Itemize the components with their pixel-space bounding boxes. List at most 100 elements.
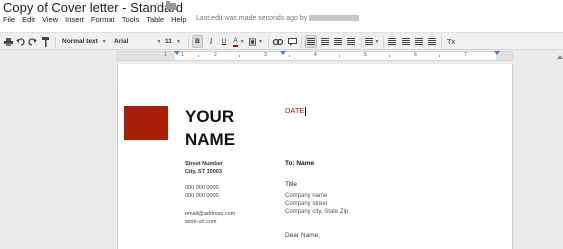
menu-file[interactable]: File: [3, 15, 15, 24]
ruler-tick: [198, 55, 199, 57]
font-size-dropdown[interactable]: 11 ▼: [165, 35, 187, 48]
decrease-indent-glyph: [415, 38, 423, 45]
address-block[interactable]: Street Number City, ST 10003: [185, 160, 223, 176]
email-line: email@address.com: [185, 211, 236, 217]
company-block[interactable]: Company name Company street Company city…: [285, 192, 348, 216]
menu-insert[interactable]: Insert: [65, 15, 84, 24]
increase-indent-glyph: [428, 38, 436, 45]
toolbar-separator: [55, 36, 56, 48]
line-spacing-icon[interactable]: ▼: [364, 35, 380, 48]
style-value: Normal text: [62, 38, 98, 45]
text-color-value: A: [233, 36, 238, 47]
align-left-icon[interactable]: [305, 35, 317, 48]
street-line: Street Number: [185, 161, 223, 167]
text-color-button[interactable]: A ▼: [232, 35, 246, 48]
toolbar-separator: [188, 36, 189, 48]
right-indent-marker[interactable]: [494, 51, 500, 55]
greeting[interactable]: Dear Name,: [285, 232, 320, 239]
print-icon[interactable]: [3, 35, 13, 48]
toolbar-separator: [361, 36, 362, 48]
logo-block: [124, 106, 168, 140]
applicant-name[interactable]: YOUR NAME: [185, 105, 235, 151]
ruler-tick: [289, 55, 290, 57]
paint-format-icon[interactable]: [40, 35, 50, 48]
ruler-number: 1: [181, 52, 184, 58]
folder-icon[interactable]: [166, 1, 176, 10]
highlight-icon[interactable]: ▼: [249, 35, 263, 48]
menu-bar: File Edit View Insert Format Tools Table…: [3, 15, 194, 24]
date-field[interactable]: DATE: [285, 106, 307, 116]
phone-block[interactable]: 000 000 0000 000 000 0000: [185, 184, 219, 200]
redacted-user: [309, 15, 360, 22]
align-center-glyph: [321, 38, 329, 45]
decrease-indent-icon[interactable]: [413, 35, 425, 48]
last-edit-status[interactable]: Last edit was made seconds ago by: [196, 15, 360, 22]
menu-table[interactable]: Table: [146, 15, 164, 24]
align-right-icon[interactable]: [332, 35, 344, 48]
recipient-title[interactable]: Title: [285, 181, 297, 188]
left-indent-marker[interactable]: [174, 51, 180, 55]
contact-block[interactable]: email@address.com work-url.com: [185, 210, 235, 226]
style-dropdown[interactable]: Normal text ▼: [62, 35, 110, 48]
name-line-1: YOUR: [185, 107, 235, 126]
numbered-list-glyph: [388, 38, 396, 45]
ruler[interactable]: 1 1 2 3 4 5 6 7: [117, 51, 513, 61]
italic-button[interactable]: I: [206, 35, 216, 48]
menu-help[interactable]: Help: [171, 15, 186, 24]
recipient-name[interactable]: To: Name: [285, 160, 314, 167]
comment-icon[interactable]: [287, 35, 297, 48]
star-icon[interactable]: ☆: [151, 0, 161, 13]
redo-icon[interactable]: [27, 35, 37, 48]
chevron-down-icon: ▼: [156, 38, 162, 45]
increase-indent-icon[interactable]: [426, 35, 438, 48]
title-bar: Copy of Cover letter - Standard ☆ File E…: [0, 0, 563, 36]
toolbar-separator: [441, 36, 442, 48]
date-text: DATE: [285, 106, 305, 115]
menu-view[interactable]: View: [42, 15, 58, 24]
justify-icon[interactable]: [345, 35, 357, 48]
clear-format-icon[interactable]: Tx: [445, 35, 457, 48]
ruler-number: 2: [214, 52, 217, 58]
ruler-tick: [439, 55, 440, 57]
bulleted-list-icon[interactable]: [400, 35, 412, 48]
company-city-line: Company city, State Zip: [285, 209, 349, 215]
bold-button[interactable]: B: [192, 35, 203, 48]
city-line: City, ST 10003: [185, 169, 222, 175]
ruler-number: 4: [314, 52, 317, 58]
font-value: Arial: [114, 38, 129, 45]
numbered-list-icon[interactable]: [386, 35, 398, 48]
font-dropdown[interactable]: Arial ▼: [114, 35, 162, 48]
ruler-number: 6: [414, 52, 417, 58]
chevron-down-icon: ▼: [175, 38, 181, 45]
justify-glyph: [347, 38, 355, 45]
align-left-glyph: [307, 38, 315, 45]
name-line-2: NAME: [185, 130, 236, 149]
ruler-number: 3: [264, 52, 267, 58]
company-name-line: Company name: [285, 193, 328, 199]
toolbar-separator: [268, 36, 269, 48]
chevron-down-icon: ▼: [239, 38, 245, 45]
menu-format[interactable]: Format: [91, 15, 115, 24]
document-page[interactable]: YOUR NAME DATE Street Number City, ST 10…: [117, 64, 513, 249]
tab-stop-marker[interactable]: [280, 51, 286, 55]
scroll-up-icon[interactable]: [557, 55, 563, 59]
chevron-down-icon: ▼: [101, 38, 107, 45]
underline-button[interactable]: U: [219, 35, 229, 48]
ruler-tick: [389, 55, 390, 57]
undo-icon[interactable]: [15, 35, 25, 48]
menu-tools[interactable]: Tools: [122, 15, 140, 24]
line-spacing-glyph: [364, 38, 373, 45]
ruler-tick: [239, 55, 240, 57]
align-center-icon[interactable]: [319, 35, 331, 48]
font-size-value: 11: [165, 38, 172, 45]
text-cursor: [305, 106, 307, 116]
ruler-number: 1: [164, 52, 167, 58]
ruler-number: 5: [364, 52, 367, 58]
align-right-glyph: [334, 38, 342, 45]
ruler-tick: [339, 55, 340, 57]
company-street-line: Company street: [285, 201, 328, 207]
link-icon[interactable]: [273, 35, 283, 48]
toolbar-separator: [301, 36, 302, 48]
chevron-down-icon: ▼: [374, 38, 380, 45]
menu-edit[interactable]: Edit: [22, 15, 35, 24]
